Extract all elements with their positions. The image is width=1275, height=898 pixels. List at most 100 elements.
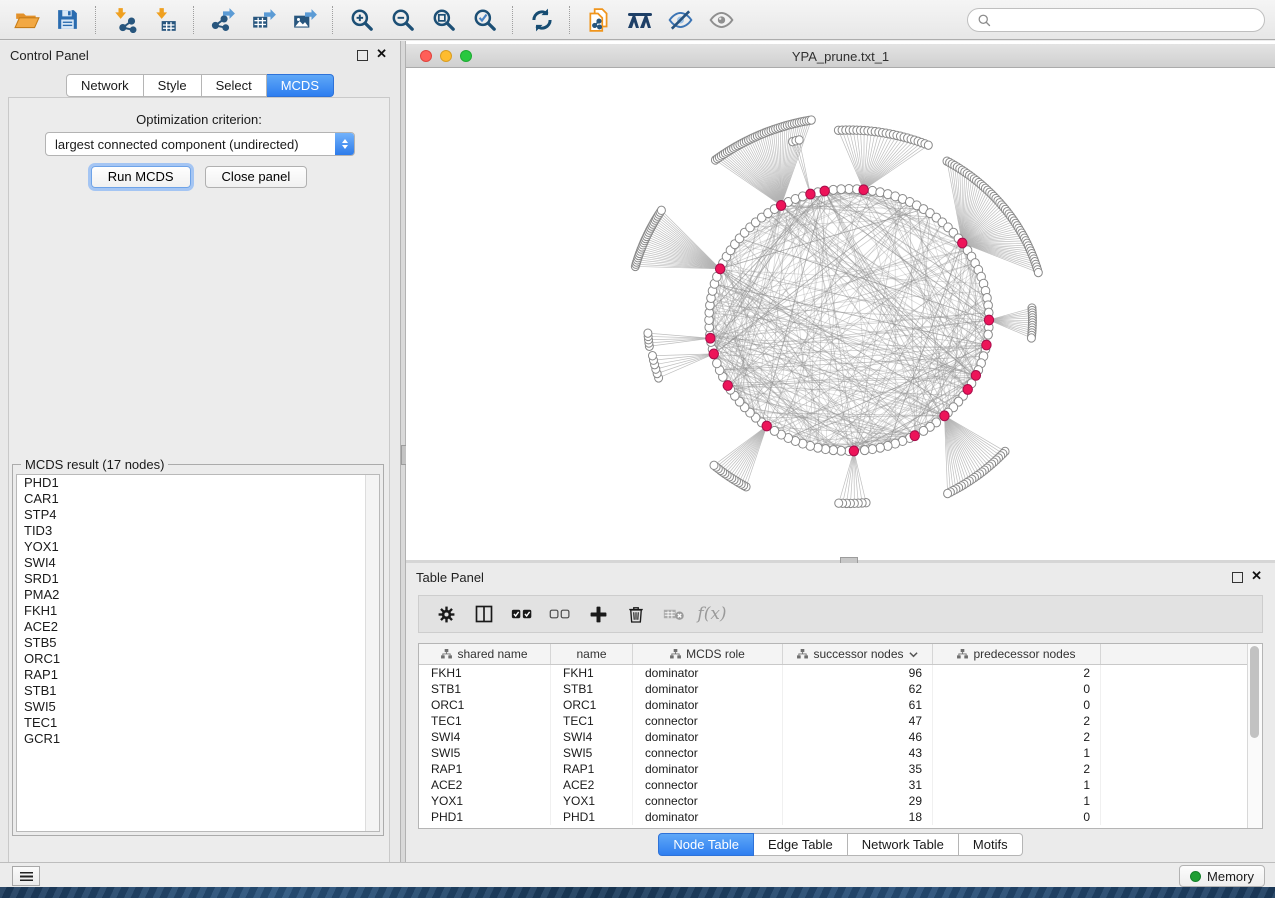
mcds-node[interactable] (859, 185, 868, 195)
cell-shared-name[interactable]: ACE2 (419, 777, 551, 793)
save-button[interactable] (47, 3, 88, 37)
select-all-columns-button[interactable] (503, 599, 541, 629)
cell-successor-nodes[interactable]: 18 (783, 809, 933, 825)
close-panel-icon[interactable]: ✕ (1251, 568, 1262, 584)
search-input[interactable] (992, 10, 1264, 30)
network-node[interactable] (829, 446, 838, 455)
scrollbar-thumb[interactable] (1250, 646, 1259, 738)
cell-shared-name[interactable]: SWI5 (419, 745, 551, 761)
mcds-result-item[interactable]: GCR1 (17, 731, 379, 747)
table-tab-edge-table[interactable]: Edge Table (754, 833, 848, 856)
cell-MCDS-role[interactable]: dominator (633, 729, 783, 745)
mcds-result-item[interactable]: PMA2 (17, 587, 379, 603)
export-table-button[interactable] (243, 3, 284, 37)
column-header-predecessor-nodes[interactable]: predecessor nodes (933, 644, 1101, 664)
table-row[interactable]: ORC1ORC1dominator610 (419, 697, 1262, 713)
mcds-result-item[interactable]: TEC1 (17, 715, 379, 731)
mcds-result-item[interactable]: STB1 (17, 683, 379, 699)
mcds-result-item[interactable]: PHD1 (17, 475, 379, 491)
cell-name[interactable]: FKH1 (551, 665, 633, 681)
cell-successor-nodes[interactable]: 46 (783, 729, 933, 745)
table-scrollbar[interactable] (1247, 644, 1262, 828)
mcds-node[interactable] (963, 385, 972, 395)
optimization-criterion-select[interactable]: largest connected component (undirected) (45, 132, 355, 156)
mcds-node[interactable] (762, 421, 771, 431)
table-row[interactable]: FKH1FKH1dominator962 (419, 665, 1262, 681)
column-header-shared-name[interactable]: shared name (419, 644, 551, 664)
cell-MCDS-role[interactable]: dominator (633, 761, 783, 777)
cell-shared-name[interactable]: FKH1 (419, 665, 551, 681)
mcds-node[interactable] (971, 370, 980, 380)
network-node[interactable] (837, 185, 846, 194)
mcds-node[interactable] (820, 186, 829, 196)
cell-successor-nodes[interactable]: 35 (783, 761, 933, 777)
memory-button[interactable]: Memory (1179, 865, 1265, 887)
network-node[interactable] (876, 443, 885, 452)
cell-successor-nodes[interactable]: 43 (783, 745, 933, 761)
mcds-result-item[interactable]: SWI4 (17, 555, 379, 571)
table-tab-network-table[interactable]: Network Table (848, 833, 959, 856)
mcds-result-item[interactable]: STP4 (17, 507, 379, 523)
mcds-result-item[interactable]: YOX1 (17, 539, 379, 555)
mcds-node[interactable] (940, 411, 949, 421)
delete-column-button[interactable] (617, 599, 655, 629)
delete-table-button[interactable] (655, 599, 693, 629)
create-column-button[interactable] (579, 599, 617, 629)
network-window-titlebar[interactable]: YPA_prune.txt_1 (406, 44, 1275, 68)
cell-MCDS-role[interactable]: connector (633, 745, 783, 761)
network-node[interactable] (944, 489, 952, 497)
mcds-node[interactable] (910, 431, 919, 441)
cell-successor-nodes[interactable]: 47 (783, 713, 933, 729)
close-panel-icon[interactable]: ✕ (376, 46, 387, 62)
table-tab-motifs[interactable]: Motifs (959, 833, 1023, 856)
network-node[interactable] (868, 445, 877, 454)
first-neighbors-button[interactable] (619, 3, 660, 37)
cell-name[interactable]: STB1 (551, 681, 633, 697)
function-builder-button[interactable]: f(x) (693, 599, 731, 629)
cell-MCDS-role[interactable]: dominator (633, 809, 783, 825)
cell-predecessor-nodes[interactable]: 0 (933, 809, 1101, 825)
mcds-result-item[interactable]: FKH1 (17, 603, 379, 619)
cell-name[interactable]: ACE2 (551, 777, 633, 793)
zoom-in-button[interactable] (341, 3, 382, 37)
mcds-node[interactable] (706, 333, 715, 343)
network-node[interactable] (919, 426, 928, 435)
close-panel-button[interactable]: Close panel (205, 166, 308, 188)
column-header-MCDS-role[interactable]: MCDS role (633, 644, 783, 664)
network-node[interactable] (835, 499, 843, 507)
network-node[interactable] (648, 352, 656, 360)
cell-predecessor-nodes[interactable]: 2 (933, 761, 1101, 777)
cell-successor-nodes[interactable]: 31 (783, 777, 933, 793)
mcds-result-item[interactable]: CAR1 (17, 491, 379, 507)
network-node[interactable] (860, 446, 869, 455)
cell-shared-name[interactable]: RAP1 (419, 761, 551, 777)
network-node[interactable] (807, 116, 815, 124)
cell-predecessor-nodes[interactable]: 1 (933, 793, 1101, 809)
float-panel-icon[interactable] (1232, 572, 1243, 583)
table-tab-node-table[interactable]: Node Table (658, 833, 754, 856)
task-history-button[interactable] (12, 866, 40, 886)
hide-selected-button[interactable] (660, 3, 701, 37)
show-columns-button[interactable] (465, 599, 503, 629)
cell-successor-nodes[interactable]: 61 (783, 697, 933, 713)
network-node[interactable] (657, 206, 665, 214)
mcds-node[interactable] (958, 238, 967, 248)
cell-predecessor-nodes[interactable]: 2 (933, 665, 1101, 681)
mcds-result-item[interactable]: ORC1 (17, 651, 379, 667)
mcds-result-item[interactable]: SWI5 (17, 699, 379, 715)
network-canvas[interactable] (406, 68, 1275, 560)
table-row[interactable]: ACE2ACE2connector311 (419, 777, 1262, 793)
network-node[interactable] (644, 329, 652, 337)
table-row[interactable]: PHD1PHD1dominator180 (419, 809, 1262, 825)
mcds-result-list[interactable]: PHD1CAR1STP4TID3YOX1SWI4SRD1PMA2FKH1ACE2… (16, 474, 380, 832)
table-row[interactable]: SWI5SWI5connector431 (419, 745, 1262, 761)
cell-successor-nodes[interactable]: 29 (783, 793, 933, 809)
mcds-node[interactable] (984, 315, 993, 325)
mcds-result-item[interactable]: RAP1 (17, 667, 379, 683)
cell-name[interactable]: SWI5 (551, 745, 633, 761)
cell-MCDS-role[interactable]: connector (633, 713, 783, 729)
float-panel-icon[interactable] (357, 50, 368, 61)
network-node[interactable] (924, 141, 932, 149)
network-node[interactable] (821, 445, 830, 454)
deselect-all-columns-button[interactable] (541, 599, 579, 629)
